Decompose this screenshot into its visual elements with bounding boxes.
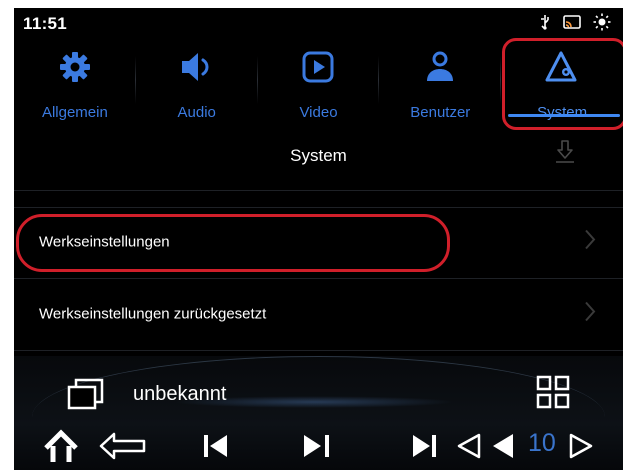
list-item-label: Werkseinstellungen zurückgesetzt — [39, 305, 267, 323]
tab-benutzer[interactable]: Benutzer — [379, 42, 502, 124]
chevron-right-icon — [584, 301, 596, 328]
annotation-highlight-system-tab — [502, 38, 623, 130]
play-pause-icon[interactable] — [302, 432, 338, 465]
track-number: 10 — [528, 429, 556, 457]
tab-video[interactable]: Video — [258, 42, 380, 124]
status-bar: 11:51 — [14, 8, 623, 38]
clock: 11:51 — [23, 14, 68, 33]
tab-label: Video — [299, 104, 338, 121]
tab-allgemein[interactable]: Allgemein — [14, 42, 136, 124]
speaker-icon — [179, 50, 215, 89]
back-icon[interactable] — [98, 431, 148, 466]
download-icon[interactable] — [554, 139, 576, 170]
volume-icon[interactable] — [491, 432, 517, 465]
list-item-werkseinstellungen-zurueckgesetzt[interactable]: Werkseinstellungen zurückgesetzt — [14, 286, 623, 342]
tab-label: Benutzer — [410, 104, 471, 121]
user-icon — [423, 50, 457, 89]
annotation-highlight-werkseinstellungen — [16, 214, 450, 272]
volume-up-icon[interactable] — [567, 432, 595, 465]
media-title: unbekannt — [133, 383, 227, 405]
brightness-icon — [593, 13, 611, 31]
gear-icon — [58, 50, 92, 89]
window-icon[interactable] — [66, 378, 106, 415]
tab-label: Allgemein — [41, 104, 108, 121]
previous-icon[interactable] — [202, 432, 230, 465]
grid-icon[interactable] — [536, 375, 570, 414]
tab-label: Audio — [177, 104, 216, 121]
usb-icon — [539, 14, 551, 30]
volume-down-icon[interactable] — [455, 432, 483, 465]
page-title: System — [290, 146, 347, 165]
home-icon[interactable] — [41, 428, 81, 469]
tab-audio[interactable]: Audio — [136, 42, 258, 124]
play-icon — [301, 50, 335, 89]
car-head-unit-screen: 11:51 Allgemein Audio Video Benutzer Sys… — [14, 8, 623, 470]
next-icon[interactable] — [410, 432, 438, 465]
chevron-right-icon — [584, 229, 596, 256]
cast-icon — [563, 15, 581, 29]
